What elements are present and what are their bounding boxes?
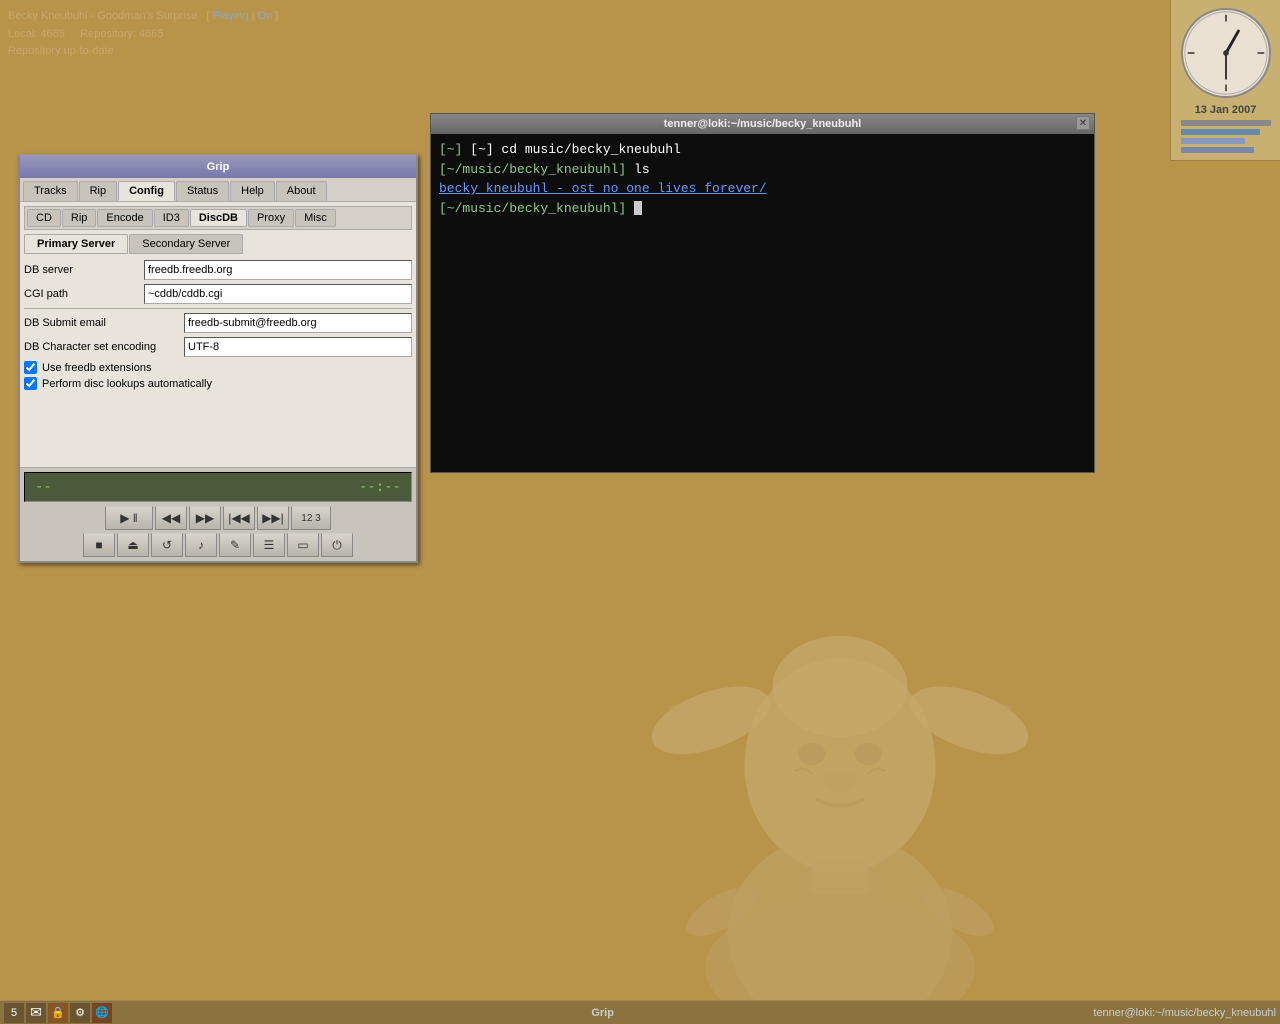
tab-status[interactable]: Status [176, 181, 229, 201]
checkbox-freedb-label: Use freedb extensions [42, 362, 151, 374]
terminal-line-3: becky_kneubuhl - ost_no_one_lives_foreve… [439, 179, 1086, 199]
player-controls-row-1: ▶ ‖ ◀◀ ▶▶ |◀◀ ▶▶| 12 3 [24, 506, 412, 530]
terminal-body[interactable]: [~] [~] cd music/becky_kneubuhl [~/music… [431, 134, 1094, 472]
taskbar-icon-2[interactable]: 🔒 [48, 1003, 68, 1023]
next-button[interactable]: ▶▶| [257, 506, 289, 530]
prev-track-button[interactable]: ◀◀ [155, 506, 187, 530]
clock-date: 13 Jan 2007 [1195, 104, 1257, 116]
taskbar-terminal-label: tenner@loki:~/music/becky_kneubuhl [1093, 1007, 1276, 1019]
db-charset-label: DB Character set encoding [24, 341, 184, 353]
on-status[interactable]: On [258, 10, 273, 22]
terminal-line-2: [~/music/becky_kneubuhl] ls [439, 160, 1086, 180]
checkbox-freedb[interactable] [24, 361, 37, 374]
terminal-title: tenner@loki:~/music/becky_kneubuhl [664, 118, 861, 130]
db-charset-input[interactable] [184, 337, 412, 357]
grip-title: Grip [207, 161, 230, 173]
taskbar-icon-3[interactable]: ⚙ [70, 1003, 90, 1023]
grip-player: -- --:-- ▶ ‖ ◀◀ ▶▶ |◀◀ ▶▶| 12 3 ■ ⏏ ↺ ♪ … [20, 467, 416, 561]
db-email-input[interactable] [184, 313, 412, 333]
subtab-discdb[interactable]: DiscDB [190, 209, 247, 227]
subtab-encode[interactable]: Encode [97, 209, 152, 227]
power-button[interactable]: ⏻ [321, 533, 353, 557]
terminal-line-1: [~] [~] cd music/becky_kneubuhl [439, 140, 1086, 160]
view-button[interactable]: ▭ [287, 533, 319, 557]
window-title-bar: Becky Kneubuhl - Goodman's Surprise [ Pl… [8, 8, 278, 26]
subtab-proxy[interactable]: Proxy [248, 209, 294, 227]
terminal-close-button[interactable]: ✕ [1076, 116, 1090, 130]
player-display: -- --:-- [24, 472, 412, 502]
cgi-path-label: CGI path [24, 288, 144, 300]
clock-bars [1181, 120, 1271, 156]
config-spacer [24, 393, 412, 463]
subtab-rip[interactable]: Rip [62, 209, 97, 227]
taskbar-desktop-num[interactable]: 5 [4, 1003, 24, 1023]
db-server-input[interactable] [144, 260, 412, 280]
sub-tabs-row: CD Rip Encode ID3 DiscDB Proxy Misc [24, 206, 412, 230]
taskbar-icon-1[interactable]: ✉ [26, 1003, 46, 1023]
stop-button[interactable]: ■ [83, 533, 115, 557]
edit-button[interactable]: ✎ [219, 533, 251, 557]
cgi-path-input[interactable] [144, 284, 412, 304]
db-charset-row: DB Character set encoding [24, 337, 412, 357]
play-pause-button[interactable]: ▶ ‖ [105, 506, 153, 530]
checkbox-disc-row: Perform disc lookups automatically [24, 377, 412, 390]
checkbox-freedb-row: Use freedb extensions [24, 361, 412, 374]
track-display: -- [35, 479, 52, 495]
info-bar: Becky Kneubuhl - Goodman's Surprise [ Pl… [8, 8, 278, 61]
subtab-cd[interactable]: CD [27, 209, 61, 227]
clock-face [1181, 8, 1271, 98]
repo-status: Repository up-to-date [8, 43, 278, 61]
grip-window: Grip Tracks Rip Config Status Help About… [18, 154, 418, 563]
form-divider-1 [24, 308, 412, 309]
server-tabs-row: Primary Server Secondary Server [24, 234, 412, 254]
taskbar-app-label: Grip [591, 1007, 614, 1019]
taskbar-icon-4[interactable]: 🌐 [92, 1003, 112, 1023]
grip-config-content: CD Rip Encode ID3 DiscDB Proxy Misc Prim… [20, 202, 416, 467]
local-info: Local: 4665 Repository: 4665 [8, 26, 278, 44]
counter-display: 12 3 [291, 506, 331, 530]
db-email-label: DB Submit email [24, 317, 184, 329]
clock-widget: 13 Jan 2007 [1170, 0, 1280, 161]
prev-button[interactable]: |◀◀ [223, 506, 255, 530]
eject-button[interactable]: ⏏ [117, 533, 149, 557]
terminal-titlebar: tenner@loki:~/music/becky_kneubuhl ✕ [431, 114, 1094, 134]
db-server-label: DB server [24, 264, 144, 276]
tab-about[interactable]: About [276, 181, 327, 201]
yoda-silhouette [590, 574, 1090, 1024]
tab-rip[interactable]: Rip [79, 181, 118, 201]
grip-titlebar: Grip [20, 156, 416, 178]
tab-config[interactable]: Config [118, 181, 175, 201]
loop-button[interactable]: ↺ [151, 533, 183, 557]
time-display: --:-- [359, 479, 401, 495]
server-tab-primary[interactable]: Primary Server [24, 234, 128, 254]
player-controls-row-2: ■ ⏏ ↺ ♪ ✎ ☰ ▭ ⏻ [24, 533, 412, 557]
cgi-path-row: CGI path [24, 284, 412, 304]
checkbox-disc[interactable] [24, 377, 37, 390]
next-track-button[interactable]: ▶▶ [189, 506, 221, 530]
taskbar: 5 ✉ 🔒 ⚙ 🌐 Grip tenner@loki:~/music/becky… [0, 1000, 1280, 1024]
program-button[interactable]: ☰ [253, 533, 285, 557]
taskbar-left: 5 ✉ 🔒 ⚙ 🌐 [4, 1003, 112, 1023]
subtab-id3[interactable]: ID3 [154, 209, 189, 227]
volume-button[interactable]: ♪ [185, 533, 217, 557]
db-email-row: DB Submit email [24, 313, 412, 333]
tab-tracks[interactable]: Tracks [23, 181, 78, 201]
server-tab-secondary[interactable]: Secondary Server [129, 234, 243, 254]
checkbox-disc-label: Perform disc lookups automatically [42, 378, 212, 390]
grip-nav: Tracks Rip Config Status Help About [20, 178, 416, 202]
playing-status[interactable]: Playing [212, 10, 248, 22]
album-title: Becky Kneubuhl - Goodman's Surprise [8, 10, 197, 22]
terminal-line-4: [~/music/becky_kneubuhl] [439, 199, 1086, 219]
tab-help[interactable]: Help [230, 181, 275, 201]
subtab-misc[interactable]: Misc [295, 209, 336, 227]
db-server-row: DB server [24, 260, 412, 280]
terminal-window: tenner@loki:~/music/becky_kneubuhl ✕ [~]… [430, 113, 1095, 473]
